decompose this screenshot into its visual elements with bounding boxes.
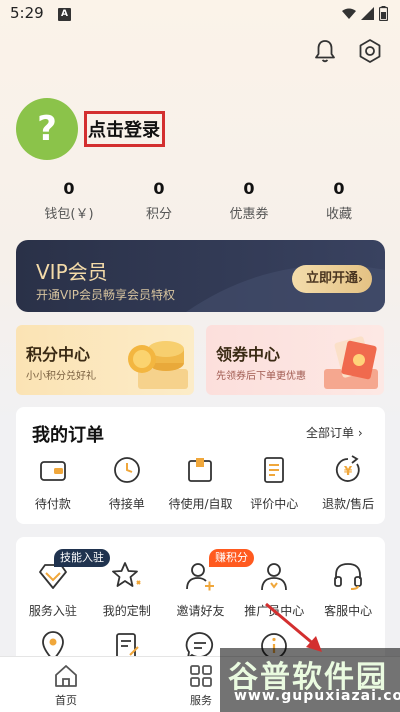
order-pending-accept[interactable]: 待接单 (90, 455, 164, 519)
stat-value: 0 (243, 179, 255, 198)
points-center-title: 积分中心 (26, 345, 91, 364)
service-custom[interactable]: 我的定制 (90, 559, 164, 619)
clock-icon (113, 457, 140, 483)
vip-open-label: 立即开通 (306, 271, 359, 286)
chevron-right-icon: › (357, 426, 363, 440)
status-bar: 5:29 A (0, 0, 400, 28)
wallet-icon (39, 461, 66, 481)
stat-points[interactable]: 0 积分 (114, 178, 204, 226)
skill-join-badge: 技能入驻 (54, 549, 110, 567)
stat-coupons[interactable]: 0 优惠券 (204, 178, 294, 226)
points-center-card[interactable]: 积分中心 小小积分兑好礼 (16, 325, 194, 395)
service-label: 服务入驻 (28, 604, 77, 618)
orders-title: 我的订单 (32, 425, 104, 446)
order-label: 待付款 (34, 497, 71, 511)
status-indicators (342, 6, 388, 21)
battery-icon (379, 6, 388, 21)
headset-icon (334, 563, 362, 590)
coins-icon (128, 341, 188, 389)
login-link[interactable]: 点击登录 (88, 116, 160, 142)
stat-value: 0 (333, 179, 345, 198)
vip-open-button[interactable]: 立即开通 › (292, 265, 372, 293)
order-pending-use[interactable]: 待使用/自取 (164, 455, 238, 519)
service-label: 我的定制 (102, 604, 151, 618)
wifi-icon (342, 8, 356, 19)
tab-home[interactable]: 首页 (31, 663, 101, 708)
order-pending-payment[interactable]: 待付款 (16, 455, 90, 519)
watermark-url: www.gupuxiazai.com (234, 688, 400, 704)
order-label: 评价中心 (250, 497, 299, 511)
my-orders-card: 我的订单 全部订单 › 待付款 待接单 待使用/自取 评价中心 ¥ 退款/售后 (16, 407, 385, 524)
stat-wallet[interactable]: 0 钱包(￥) (24, 178, 114, 226)
red-arrow-annotation (265, 602, 322, 652)
tab-home-label: 首页 (55, 694, 77, 707)
stat-label: 钱包(￥) (44, 207, 94, 222)
all-orders-link[interactable]: 全部订单 › (306, 424, 363, 441)
vip-banner[interactable]: VIP会员 开通VIP会员畅享会员特权 立即开通 › (16, 240, 385, 312)
avatar[interactable]: ? (16, 98, 78, 160)
bell-icon[interactable] (312, 38, 338, 64)
earn-points-badge: 赚积分 (209, 549, 254, 567)
coupon-icon (324, 336, 378, 389)
refund-icon: ¥ (336, 455, 360, 482)
service-invite[interactable]: 邀请好友 (164, 559, 238, 619)
order-status-row: 待付款 待接单 待使用/自取 评价中心 ¥ 退款/售后 (16, 455, 385, 519)
vip-title: VIP会员 (36, 260, 108, 284)
grid-icon (190, 665, 212, 687)
order-label: 退款/售后 (322, 497, 375, 511)
status-time: 5:29 (10, 4, 44, 22)
stat-value: 0 (153, 179, 165, 198)
stat-label: 收藏 (325, 207, 352, 222)
svg-text:¥: ¥ (344, 464, 353, 478)
order-review-center[interactable]: 评价中心 (237, 455, 311, 519)
chevron-right-icon: › (358, 272, 363, 286)
order-refund[interactable]: ¥ 退款/售后 (311, 455, 385, 519)
signal-icon (361, 7, 374, 20)
document-icon (264, 457, 285, 483)
notification-app-icon: A (58, 8, 71, 21)
coupon-center-title: 领券中心 (216, 345, 281, 364)
coupon-center-card[interactable]: 领券中心 先领券后下单更优惠 (206, 325, 384, 395)
points-center-subtitle: 小小积分兑好礼 (26, 371, 96, 382)
stat-label: 优惠券 (229, 207, 269, 222)
star-icon (111, 562, 141, 587)
service-label: 邀请好友 (176, 604, 225, 618)
vip-subtitle: 开通VIP会员畅享会员特权 (36, 288, 175, 302)
all-orders-label: 全部订单 (306, 426, 355, 440)
stat-value: 0 (63, 179, 75, 198)
package-icon (188, 458, 213, 482)
stat-label: 积分 (145, 207, 172, 222)
order-label: 待接单 (108, 497, 145, 511)
service-join[interactable]: 服务入驻 (16, 559, 90, 619)
stat-favorites[interactable]: 0 收藏 (294, 178, 384, 226)
home-icon (55, 665, 77, 687)
stats-row: 0 钱包(￥) 0 积分 0 优惠券 0 收藏 (0, 178, 400, 226)
coupon-center-subtitle: 先领券后下单更优惠 (216, 371, 306, 382)
order-label: 待使用/自取 (168, 497, 233, 511)
gear-icon[interactable] (357, 38, 383, 64)
user-icon (261, 563, 288, 591)
